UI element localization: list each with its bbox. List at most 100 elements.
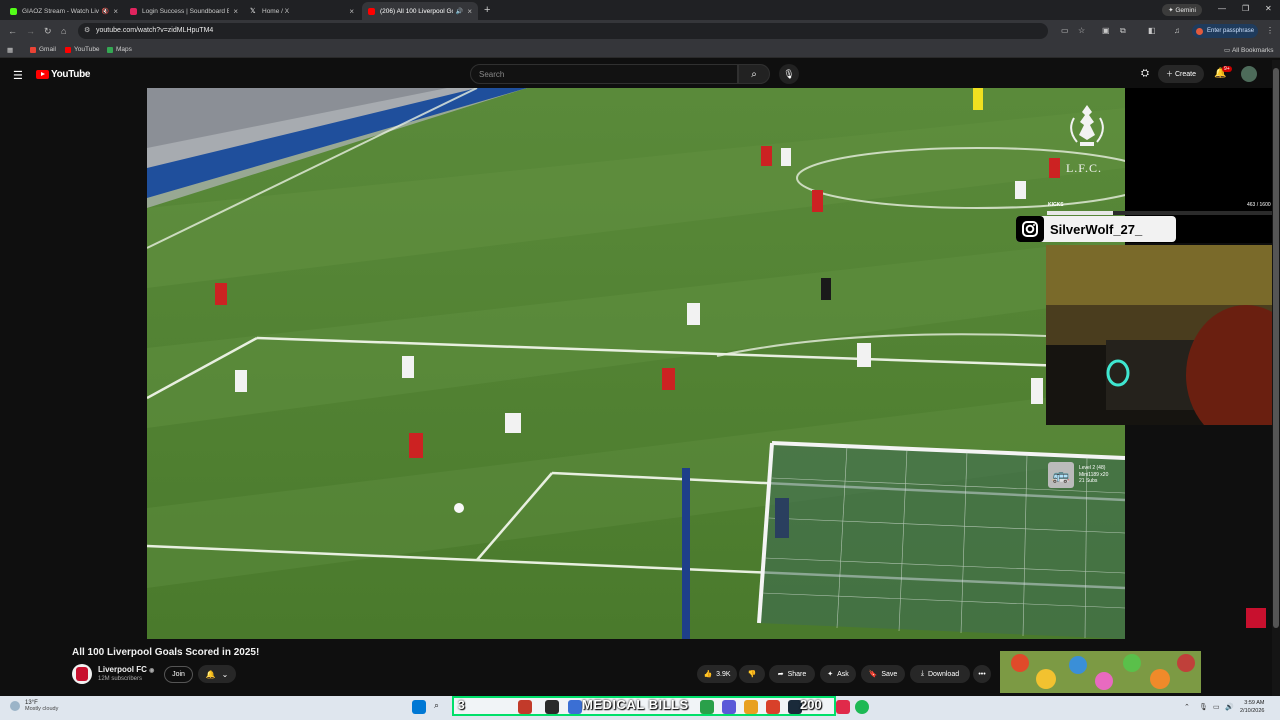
bookmark-gmail[interactable]: Gmail xyxy=(30,46,56,53)
more-actions-button[interactable]: ••• xyxy=(973,665,991,683)
tab-title: Login Success | Soundboard Bo xyxy=(142,7,230,15)
lfc-crest-icon xyxy=(76,667,88,681)
minimize-button[interactable]: — xyxy=(1218,4,1226,13)
bookmark-youtube[interactable]: YouTube xyxy=(65,46,100,53)
share-icon: ➦ xyxy=(777,671,784,678)
sub-goal-level: Level 2 (48) xyxy=(1079,465,1106,472)
instagram-handle-badge: SilverWolf_27_ xyxy=(1016,216,1176,242)
app-icon[interactable] xyxy=(518,700,532,714)
puzzle-icon[interactable]: ⧉ xyxy=(1120,26,1126,36)
chrome-icon[interactable] xyxy=(744,700,758,714)
maps-icon xyxy=(107,46,113,53)
browser-tab[interactable]: 𝕏 Home / X × xyxy=(244,2,360,20)
url-text[interactable]: youtube.com/watch?v=zidMLHpuTM4 xyxy=(96,27,213,34)
search-icon[interactable]: ⌕ xyxy=(434,700,448,714)
chevron-up-icon[interactable]: ⌃ xyxy=(1184,703,1190,711)
windows-start-icon[interactable] xyxy=(412,700,426,714)
xbox-icon[interactable] xyxy=(700,700,714,714)
brave-icon[interactable] xyxy=(766,700,780,714)
all-bookmarks[interactable]: ▭ All Bookmarks xyxy=(1224,46,1274,55)
sub-goal-subs: 21 Subs xyxy=(1079,478,1098,485)
reload-button[interactable]: ↻ xyxy=(44,26,52,37)
ad-banner-image[interactable] xyxy=(1000,651,1201,693)
gemini-button[interactable]: ✦ Gemini xyxy=(1162,4,1202,16)
muted-speaker-icon[interactable]: 🔇 xyxy=(102,8,109,15)
video-player[interactable] xyxy=(147,88,1125,639)
spotify-icon[interactable] xyxy=(855,700,869,714)
weather-widget[interactable]: 13°F Mostly cloudy xyxy=(10,700,58,712)
banner-start-number: 3 xyxy=(458,698,465,712)
extension-icon[interactable]: ▣ xyxy=(1102,26,1110,35)
subscription-bell-button[interactable]: 🔔 ⌄ xyxy=(198,665,236,683)
cloud-icon xyxy=(10,701,20,711)
speaker-icon[interactable]: 🔊 xyxy=(456,8,463,15)
terminal-icon[interactable] xyxy=(545,700,559,714)
webcam-feed xyxy=(1046,245,1280,425)
create-label: Create xyxy=(1174,70,1196,78)
enter-passphrase-label: Enter passphrase xyxy=(1207,28,1255,34)
voice-search-button[interactable]: 🎙 xyxy=(779,64,799,84)
channel-avatar[interactable] xyxy=(72,664,92,684)
download-button[interactable]: ⤓ Download xyxy=(910,665,970,683)
share-label: Share xyxy=(787,670,807,678)
ask-button[interactable]: ✦ Ask xyxy=(820,665,856,683)
share-button[interactable]: ➦ Share xyxy=(769,665,815,683)
new-tab-button[interactable]: + xyxy=(484,4,490,16)
menu-kebab-icon[interactable]: ⋮ xyxy=(1266,26,1274,35)
install-app-icon[interactable]: ▭ xyxy=(1061,26,1069,35)
youtube-logo[interactable]: YouTube xyxy=(36,69,91,80)
close-icon[interactable]: × xyxy=(233,7,238,16)
browser-tab[interactable]: Login Success | Soundboard Bo × xyxy=(124,2,244,20)
bookmark-label: Gmail xyxy=(39,46,56,53)
youtube-logo-text: YouTube xyxy=(51,69,91,80)
forward-button[interactable]: → xyxy=(26,26,35,36)
create-button[interactable]: ＋ Create xyxy=(1158,65,1204,83)
join-button[interactable]: Join xyxy=(164,666,193,683)
youtube-icon xyxy=(65,46,71,53)
microphone-icon[interactable]: 🎙 xyxy=(1199,703,1208,711)
maximize-button[interactable]: ❐ xyxy=(1242,4,1249,13)
close-icon[interactable]: × xyxy=(113,7,118,16)
search-button[interactable]: ⌕ xyxy=(738,64,770,84)
ask-label: Ask xyxy=(837,670,849,678)
browser-tab[interactable]: GIAOZ Stream - Watch Livi 🔇 × xyxy=(4,2,124,20)
close-window-button[interactable]: ✕ xyxy=(1265,4,1272,13)
browser-tab-active[interactable]: (206) All 100 Liverpool Goal 🔊 × xyxy=(362,2,478,20)
save-button[interactable]: 🔖 Save xyxy=(861,665,905,683)
dislike-button[interactable]: 👎 xyxy=(739,665,765,683)
kicks-goal-count: 463 / 1600 xyxy=(1247,202,1271,208)
site-info-icon[interactable]: ⚙ xyxy=(84,26,90,34)
kicks-goal-label: KICKS xyxy=(1048,202,1064,208)
home-button[interactable]: ⌂ xyxy=(61,26,66,36)
chevron-down-icon: ⌄ xyxy=(221,669,229,679)
cast-icon[interactable]: ⛭ xyxy=(1141,68,1149,79)
bookmark-maps[interactable]: Maps xyxy=(107,46,132,53)
channel-name-text: Liverpool FC xyxy=(98,665,147,674)
apps-grid-icon[interactable]: ▦ xyxy=(7,46,13,54)
volume-icon[interactable]: 🔊 xyxy=(1225,703,1234,711)
all-bookmarks-label: All Bookmarks xyxy=(1231,46,1274,54)
network-icon[interactable]: ▭ xyxy=(1213,703,1220,711)
bookmark-star-icon[interactable]: ☆ xyxy=(1078,26,1085,35)
close-icon[interactable]: × xyxy=(349,7,354,16)
back-button[interactable]: ← xyxy=(8,26,17,36)
medical-bills-text: MEDICAL BILLS xyxy=(582,697,689,712)
scrollbar-thumb[interactable] xyxy=(1273,68,1279,628)
search-icon: ⌕ xyxy=(751,68,757,80)
sidepanel-icon[interactable]: ◧ xyxy=(1148,26,1156,35)
microphone-icon: 🎙 xyxy=(783,68,795,79)
app-icon[interactable] xyxy=(836,700,850,714)
close-icon[interactable]: × xyxy=(467,7,472,16)
search-input[interactable]: Search xyxy=(470,64,738,84)
verified-icon: ◉ xyxy=(149,668,155,674)
hamburger-menu-icon[interactable]: ☰ xyxy=(13,69,23,82)
enter-passphrase-button[interactable]: Enter passphrase xyxy=(1192,24,1258,38)
address-bar[interactable] xyxy=(78,23,1048,39)
teams-icon[interactable] xyxy=(722,700,736,714)
media-icon[interactable]: ♫ xyxy=(1174,26,1180,35)
edge-icon[interactable] xyxy=(568,700,582,714)
system-clock[interactable]: 3:59 AM 2/10/2026 xyxy=(1240,699,1264,715)
account-avatar[interactable] xyxy=(1241,66,1257,82)
channel-name[interactable]: Liverpool FC ◉ xyxy=(98,665,154,674)
like-button[interactable]: 👍 3.9K xyxy=(697,665,737,683)
